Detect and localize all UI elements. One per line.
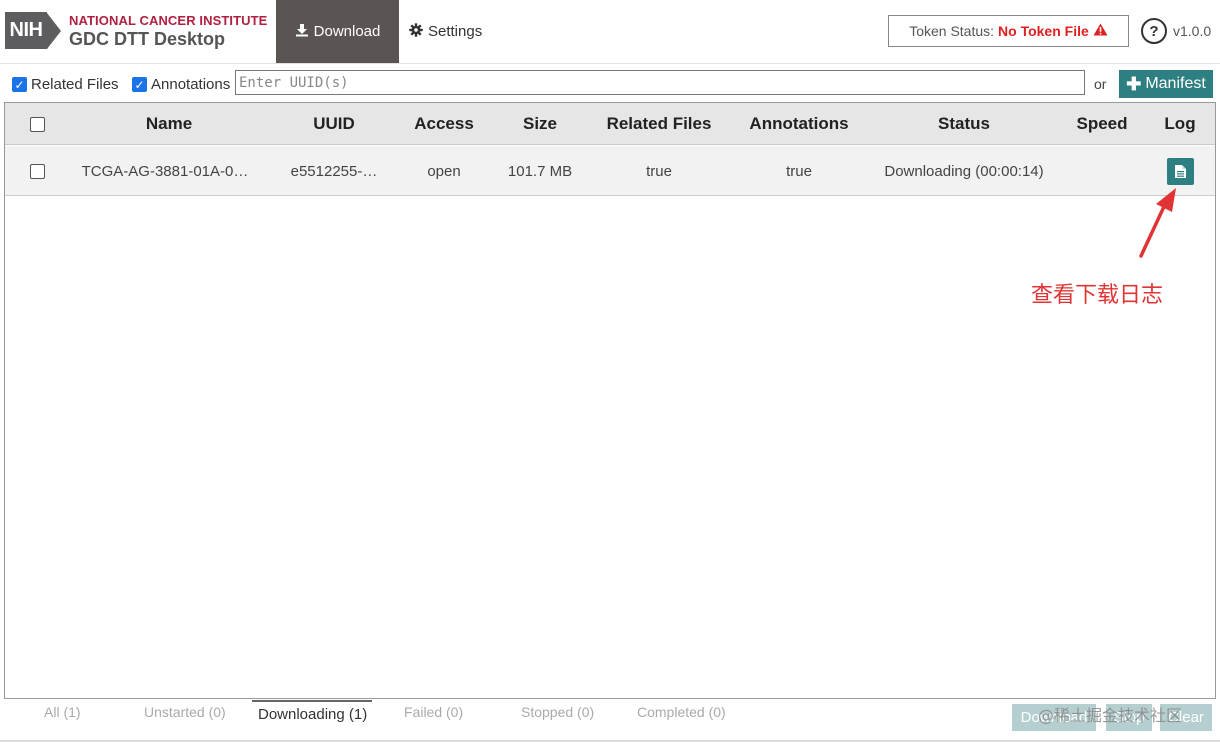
column-header-uuid[interactable]: UUID xyxy=(274,103,394,145)
cell-related-files: true xyxy=(646,162,672,180)
gear-icon xyxy=(409,22,423,41)
cell-uuid: e5512255-… xyxy=(290,162,378,180)
annotations-label: Annotations xyxy=(151,76,231,93)
active-tab-indicator xyxy=(252,700,372,702)
status-tabs: All (1) Unstarted (0) Downloading (1) Fa… xyxy=(0,700,1220,742)
table-row[interactable]: TCGA-AG-3881-01A-0… e5512255-… open 101.… xyxy=(5,146,1215,196)
tab-unstarted[interactable]: Unstarted (0) xyxy=(144,704,226,720)
app-name: GDC DTT Desktop xyxy=(69,28,226,49)
file-text-icon xyxy=(1174,164,1186,178)
tab-downloading[interactable]: Downloading (1) xyxy=(258,706,367,723)
row-select-cell xyxy=(27,146,47,196)
nih-logo-mark: NIH xyxy=(5,12,47,49)
view-log-button[interactable] xyxy=(1166,157,1194,185)
cell-name: TCGA-AG-3881-01A-0… xyxy=(81,162,249,180)
nih-logo-chevron xyxy=(47,12,61,49)
related-files-label: Related Files xyxy=(31,76,119,93)
column-header-access[interactable]: Access xyxy=(394,103,494,145)
header-divider xyxy=(0,63,1220,64)
annotation-label: 查看下载日志 xyxy=(1031,283,1164,308)
related-files-option[interactable]: ✓ Related Files xyxy=(12,76,119,93)
download-icon xyxy=(295,23,309,41)
row-select-checkbox[interactable] xyxy=(29,163,45,179)
column-header-speed[interactable]: Speed xyxy=(1062,103,1142,145)
related-files-checkbox[interactable]: ✓ xyxy=(12,77,27,92)
tab-failed[interactable]: Failed (0) xyxy=(404,704,463,720)
tab-completed[interactable]: Completed (0) xyxy=(637,704,726,720)
cell-annotations: true xyxy=(786,162,812,180)
nav-tab-settings[interactable]: Settings xyxy=(409,0,482,63)
cell-status: Downloading (00:00:14) xyxy=(884,162,1044,180)
or-label: or xyxy=(1094,76,1107,92)
cell-access: open xyxy=(427,162,461,180)
nav-tab-download-label: Download xyxy=(313,23,381,40)
token-status-label: Token Status: xyxy=(909,23,995,39)
uuid-input[interactable] xyxy=(235,70,1085,95)
tab-stopped[interactable]: Stopped (0) xyxy=(521,704,594,720)
app-header: NIH NATIONAL CANCER INSTITUTE GDC DTT De… xyxy=(0,0,1220,63)
nav-tab-download[interactable]: Download xyxy=(276,0,399,63)
toolbar: ✓ Related Files ✓ Annotations or ✚ Manif… xyxy=(0,68,1220,98)
select-all-checkbox[interactable] xyxy=(29,116,45,132)
cell-size: 101.7 MB xyxy=(507,162,573,180)
table-header: Name UUID Access Size Related Files Anno… xyxy=(5,103,1215,145)
column-header-name[interactable]: Name xyxy=(79,103,259,145)
column-header-related-files[interactable]: Related Files xyxy=(589,103,729,145)
token-status-value: No Token File xyxy=(998,23,1089,39)
help-icon[interactable]: ? xyxy=(1141,18,1167,44)
warning-icon xyxy=(1093,23,1108,39)
nav-tab-settings-label: Settings xyxy=(428,23,483,40)
org-name: NATIONAL CANCER INSTITUTE xyxy=(69,12,268,28)
manifest-button[interactable]: ✚ Manifest xyxy=(1119,70,1213,98)
column-header-log[interactable]: Log xyxy=(1150,103,1210,145)
app-version: v1.0.0 xyxy=(1173,23,1212,39)
column-header-annotations[interactable]: Annotations xyxy=(734,103,864,145)
plus-icon: ✚ xyxy=(1126,73,1142,94)
tab-all[interactable]: All (1) xyxy=(44,704,81,720)
nih-logo: NIH NATIONAL CANCER INSTITUTE GDC DTT De… xyxy=(5,12,267,49)
annotation-arrow xyxy=(1139,188,1176,258)
manifest-button-label: Manifest xyxy=(1145,75,1206,92)
watermark: @稀土掘金技术社区 xyxy=(1038,706,1183,725)
token-status[interactable]: Token Status: No Token File xyxy=(888,15,1129,47)
annotations-option[interactable]: ✓ Annotations xyxy=(132,76,230,93)
download-table: Name UUID Access Size Related Files Anno… xyxy=(4,102,1216,699)
column-header-size[interactable]: Size xyxy=(495,103,585,145)
annotations-checkbox[interactable]: ✓ xyxy=(132,77,147,92)
column-header-status[interactable]: Status xyxy=(869,103,1059,145)
select-all-cell xyxy=(27,103,47,145)
